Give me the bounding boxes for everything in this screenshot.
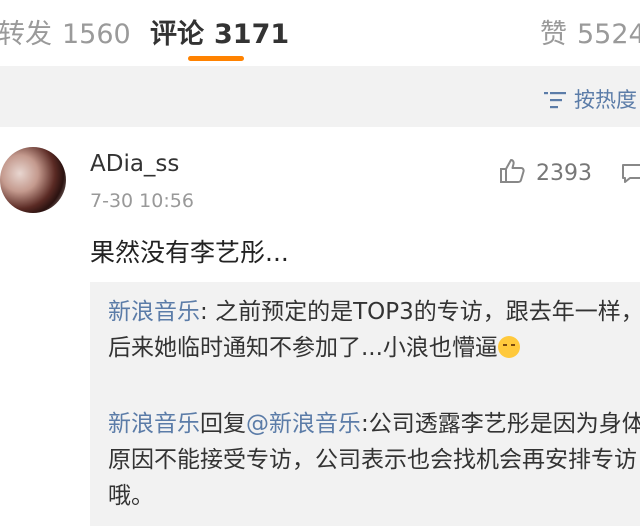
tab-like[interactable]: 赞 5524 xyxy=(540,12,640,51)
sort-bar: 按热度 xyxy=(0,66,640,127)
tab-like-count: 5524 xyxy=(577,19,640,50)
like-count: 2393 xyxy=(536,161,592,186)
tab-like-label: 赞 xyxy=(540,19,567,50)
sort-by-hot-button[interactable]: 按热度 xyxy=(544,84,637,114)
reply-mention-link[interactable]: @新浪音乐 xyxy=(246,411,361,437)
like-button[interactable]: 2393 xyxy=(498,157,592,186)
tab-comment[interactable]: 评论 3171 xyxy=(150,12,289,51)
sort-icon xyxy=(544,92,566,109)
tab-comment-label: 评论 xyxy=(150,19,204,50)
thumbs-up-icon xyxy=(500,159,525,183)
avatar[interactable] xyxy=(0,147,66,213)
comment-item: ADia_ss 7-30 10:56 2393 果然没有李艺彤... 新浪音乐:… xyxy=(0,127,640,526)
replies-panel: 新浪音乐: 之前预定的是TOP3的专访，跟去年一样，后来她临时通知不参加了...… xyxy=(90,282,640,526)
reply-item: 新浪音乐: 之前预定的是TOP3的专访，跟去年一样，后来她临时通知不参加了...… xyxy=(108,294,640,366)
reply-author-link[interactable]: 新浪音乐 xyxy=(108,299,200,325)
active-tab-indicator xyxy=(188,56,244,61)
sort-label: 按热度 xyxy=(574,88,637,112)
reply-author-link[interactable]: 新浪音乐 xyxy=(108,411,200,437)
reply-separator: : xyxy=(200,299,216,325)
reply-item: 新浪音乐回复@新浪音乐:公司透露李艺彤是因为身体原因不能接受专访，公司表示也会找… xyxy=(108,406,640,514)
tab-repost[interactable]: 转发 1560 xyxy=(0,12,131,51)
tab-bar: 转发 1560 评论 3171 赞 5524 xyxy=(0,0,640,66)
comment-text: 果然没有李艺彤... xyxy=(90,238,289,267)
reply-separator: : xyxy=(361,411,369,437)
comment-username[interactable]: ADia_ss xyxy=(90,151,179,177)
reply-action: 回复 xyxy=(200,411,246,437)
sweat-emoji-icon xyxy=(497,336,520,358)
tab-comment-count: 3171 xyxy=(214,19,290,50)
tab-repost-count: 1560 xyxy=(62,19,131,50)
reply-icon[interactable] xyxy=(620,161,640,185)
tab-repost-label: 转发 xyxy=(0,19,52,50)
comment-timestamp: 7-30 10:56 xyxy=(90,190,194,212)
